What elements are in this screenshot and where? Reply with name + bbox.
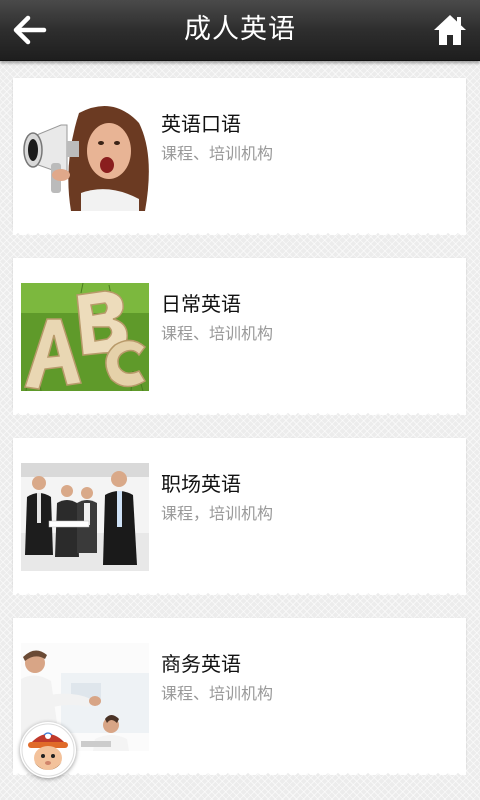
course-desc: 课程、培训机构 xyxy=(161,684,274,703)
course-name: 职场英语 xyxy=(161,472,241,496)
course-desc: 课程、培训机构 xyxy=(161,324,274,343)
woman-megaphone-photo xyxy=(21,103,149,211)
cartoon-chef-avatar-icon[interactable] xyxy=(20,722,76,778)
course-card-daily[interactable]: 日常英语 课程、培训机构 xyxy=(13,258,466,415)
course-name: 商务英语 xyxy=(161,652,241,676)
course-name: 日常英语 xyxy=(161,292,241,316)
course-card-spoken[interactable]: 英语口语 课程、培训机构 xyxy=(13,78,466,235)
course-card-workplace[interactable]: 职场英语 课程，培训机构 xyxy=(13,438,466,595)
course-desc: 课程，培训机构 xyxy=(161,504,274,523)
home-icon[interactable] xyxy=(432,12,468,48)
business-people-photo xyxy=(21,463,149,571)
course-name: 英语口语 xyxy=(161,112,241,136)
course-card-business[interactable]: 商务英语 课程、培训机构 xyxy=(13,618,466,775)
abc-letters-grass-photo xyxy=(21,283,149,391)
top-bar: 成人英语 xyxy=(0,0,480,61)
course-desc: 课程、培训机构 xyxy=(161,144,274,163)
page-title: 成人英语 xyxy=(184,14,296,45)
